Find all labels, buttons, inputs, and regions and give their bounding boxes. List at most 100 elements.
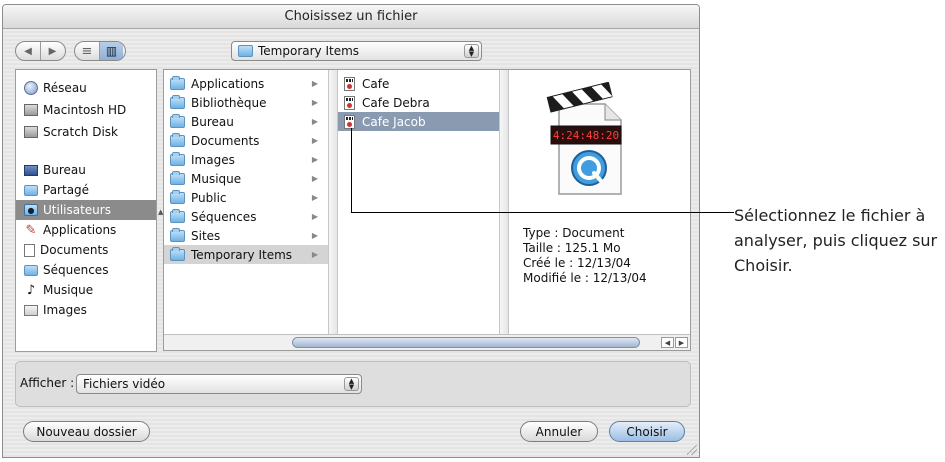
- view-mode-toggle: ≡ ▥: [74, 41, 126, 61]
- timecode-display: 4:24:48:20: [553, 129, 619, 142]
- disclosure-arrow-icon: ▶: [311, 136, 318, 145]
- sidebar-item-utilisateurs[interactable]: ● Utilisateurs: [16, 200, 156, 220]
- sidebar-item-network[interactable]: Réseau: [16, 78, 156, 98]
- list-item-cafe-jacob[interactable]: Cafe Jacob: [338, 112, 499, 131]
- cancel-button[interactable]: Annuler: [520, 421, 598, 442]
- item-label: Musique: [191, 171, 242, 186]
- movie-file-icon: [344, 114, 355, 129]
- file-type-popup[interactable]: Fichiers vidéo ▲ ▼: [76, 374, 362, 394]
- sidebar-item-label: Bureau: [43, 163, 86, 177]
- callout-line: [351, 128, 352, 213]
- folder-icon: [24, 264, 38, 276]
- scroll-right-button[interactable]: ▶: [675, 337, 688, 348]
- file-info: Type : Document Taille : 125.1 Mo Créé l…: [523, 226, 647, 286]
- folder-icon: [24, 184, 38, 196]
- sidebar: Réseau Macintosh HD Scratch Disk Bureau …: [15, 69, 157, 352]
- list-item-documents[interactable]: Documents ▶: [164, 131, 328, 150]
- back-button[interactable]: ◀: [16, 42, 40, 60]
- music-icon: ♪: [26, 282, 36, 298]
- item-label: Documents: [191, 133, 260, 148]
- movie-file-icon: [344, 76, 355, 91]
- desktop-icon: [24, 164, 38, 176]
- list-view-button[interactable]: ≡: [75, 42, 99, 60]
- list-item-cafe[interactable]: Cafe: [338, 74, 499, 93]
- hard-disk-icon: [24, 104, 38, 116]
- sidebar-item-label: Musique: [43, 283, 94, 297]
- sidebar-item-macintosh-hd[interactable]: Macintosh HD: [16, 100, 156, 120]
- popup-arrows-icon: ▲ ▼: [344, 377, 359, 391]
- sidebar-item-bureau[interactable]: Bureau: [16, 160, 156, 180]
- item-label: Cafe Jacob: [362, 114, 426, 129]
- column-resize-handle[interactable]: [328, 70, 338, 334]
- list-item-musique[interactable]: Musique ▶: [164, 169, 328, 188]
- item-label: Applications: [191, 76, 265, 91]
- window-title: Choisissez un fichier: [3, 5, 699, 29]
- file-type-value: Fichiers vidéo: [83, 377, 166, 391]
- applications-icon: ✎: [25, 222, 37, 238]
- new-folder-button[interactable]: Nouveau dossier: [23, 421, 150, 442]
- sidebar-item-label: Scratch Disk: [43, 125, 118, 139]
- preview-column: 4:24:48:20 Type : Document Taille : 125.…: [509, 70, 674, 334]
- sidebar-item-partage[interactable]: Partagé: [16, 180, 156, 200]
- horizontal-scrollbar[interactable]: ◀ ▶: [164, 334, 690, 350]
- column-view-button[interactable]: ▥: [99, 42, 123, 60]
- scroll-left-button[interactable]: ◀: [661, 337, 674, 348]
- sidebar-item-label: Réseau: [43, 81, 87, 95]
- list-item-bibliotheque[interactable]: Bibliothèque ▶: [164, 93, 328, 112]
- item-label: Séquences: [191, 209, 257, 224]
- folder-icon: [170, 246, 185, 261]
- folder-icon: [170, 208, 185, 223]
- navigation-buttons: ◀ ▶: [15, 41, 66, 61]
- folder-icon: [170, 151, 185, 166]
- list-item-sequences[interactable]: Séquences ▶: [164, 207, 328, 226]
- resize-grip-icon[interactable]: [687, 445, 697, 455]
- folder-icon: [170, 170, 185, 185]
- list-item-cafe-debra[interactable]: Cafe Debra: [338, 93, 499, 112]
- forward-button[interactable]: ▶: [40, 42, 64, 60]
- sidebar-item-sequences[interactable]: Séquences: [16, 260, 156, 280]
- list-item-temporary-items[interactable]: Temporary Items ▶: [164, 245, 328, 264]
- list-item-applications[interactable]: Applications ▶: [164, 74, 328, 93]
- popup-arrows-icon: ▲ ▼: [464, 44, 479, 58]
- choose-button[interactable]: Choisir: [609, 421, 685, 442]
- sidebar-item-label: Documents: [40, 243, 109, 257]
- documents-icon: [24, 243, 35, 257]
- file-created: Créé le : 12/13/04: [523, 256, 631, 270]
- users-icon: ●: [24, 204, 38, 216]
- list-item-images[interactable]: Images ▶: [164, 150, 328, 169]
- file-chooser-dialog: Choisissez un fichier ◀ ▶ ≡ ▥ Temporary …: [2, 4, 700, 458]
- location-popup[interactable]: Temporary Items ▲ ▼: [231, 41, 482, 61]
- network-icon: [24, 81, 38, 95]
- item-label: Bureau: [191, 114, 234, 129]
- column-resize-handle[interactable]: [499, 70, 509, 334]
- list-item-public[interactable]: Public ▶: [164, 188, 328, 207]
- sidebar-item-label: Séquences: [43, 263, 109, 277]
- sidebar-item-musique[interactable]: ♪ Musique: [16, 280, 156, 300]
- callout-line: [351, 212, 734, 213]
- sidebar-item-applications[interactable]: ✎ Applications: [16, 220, 156, 240]
- file-modified: Modifié le : 12/13/04: [523, 271, 647, 285]
- column-browser: Applications ▶ Bibliothèque ▶ Bureau ▶ Docu…: [163, 69, 691, 351]
- folder-icon: [170, 189, 185, 204]
- list-item-sites[interactable]: Sites ▶: [164, 226, 328, 245]
- disclosure-arrow-icon: ▶: [311, 174, 318, 183]
- scrollbar-thumb[interactable]: [292, 337, 640, 348]
- sidebar-item-label: Applications: [43, 223, 117, 237]
- sidebar-item-documents[interactable]: Documents: [16, 240, 156, 260]
- folder-icon: [170, 113, 185, 128]
- sidebar-item-images[interactable]: Images: [16, 300, 156, 320]
- scroll-arrows: ◀ ▶: [661, 337, 688, 348]
- sidebar-item-label: Macintosh HD: [43, 103, 127, 117]
- sidebar-item-scratch-disk[interactable]: Scratch Disk: [16, 122, 156, 142]
- item-label: Cafe: [362, 76, 390, 91]
- file-size: Taille : 125.1 Mo: [523, 241, 621, 255]
- disclosure-arrow-icon: ▶: [311, 193, 318, 202]
- disclosure-arrow-icon: ▶: [311, 117, 318, 126]
- sidebar-item-label: Images: [43, 303, 87, 317]
- folder-icon: [238, 45, 253, 57]
- filter-label: Afficher :: [20, 376, 75, 390]
- disclosure-arrow-icon: ▶: [311, 79, 318, 88]
- item-label: Temporary Items: [191, 247, 293, 262]
- browser-column-1: Applications ▶ Bibliothèque ▶ Bureau ▶ Docu…: [164, 70, 328, 334]
- list-item-bureau[interactable]: Bureau ▶: [164, 112, 328, 131]
